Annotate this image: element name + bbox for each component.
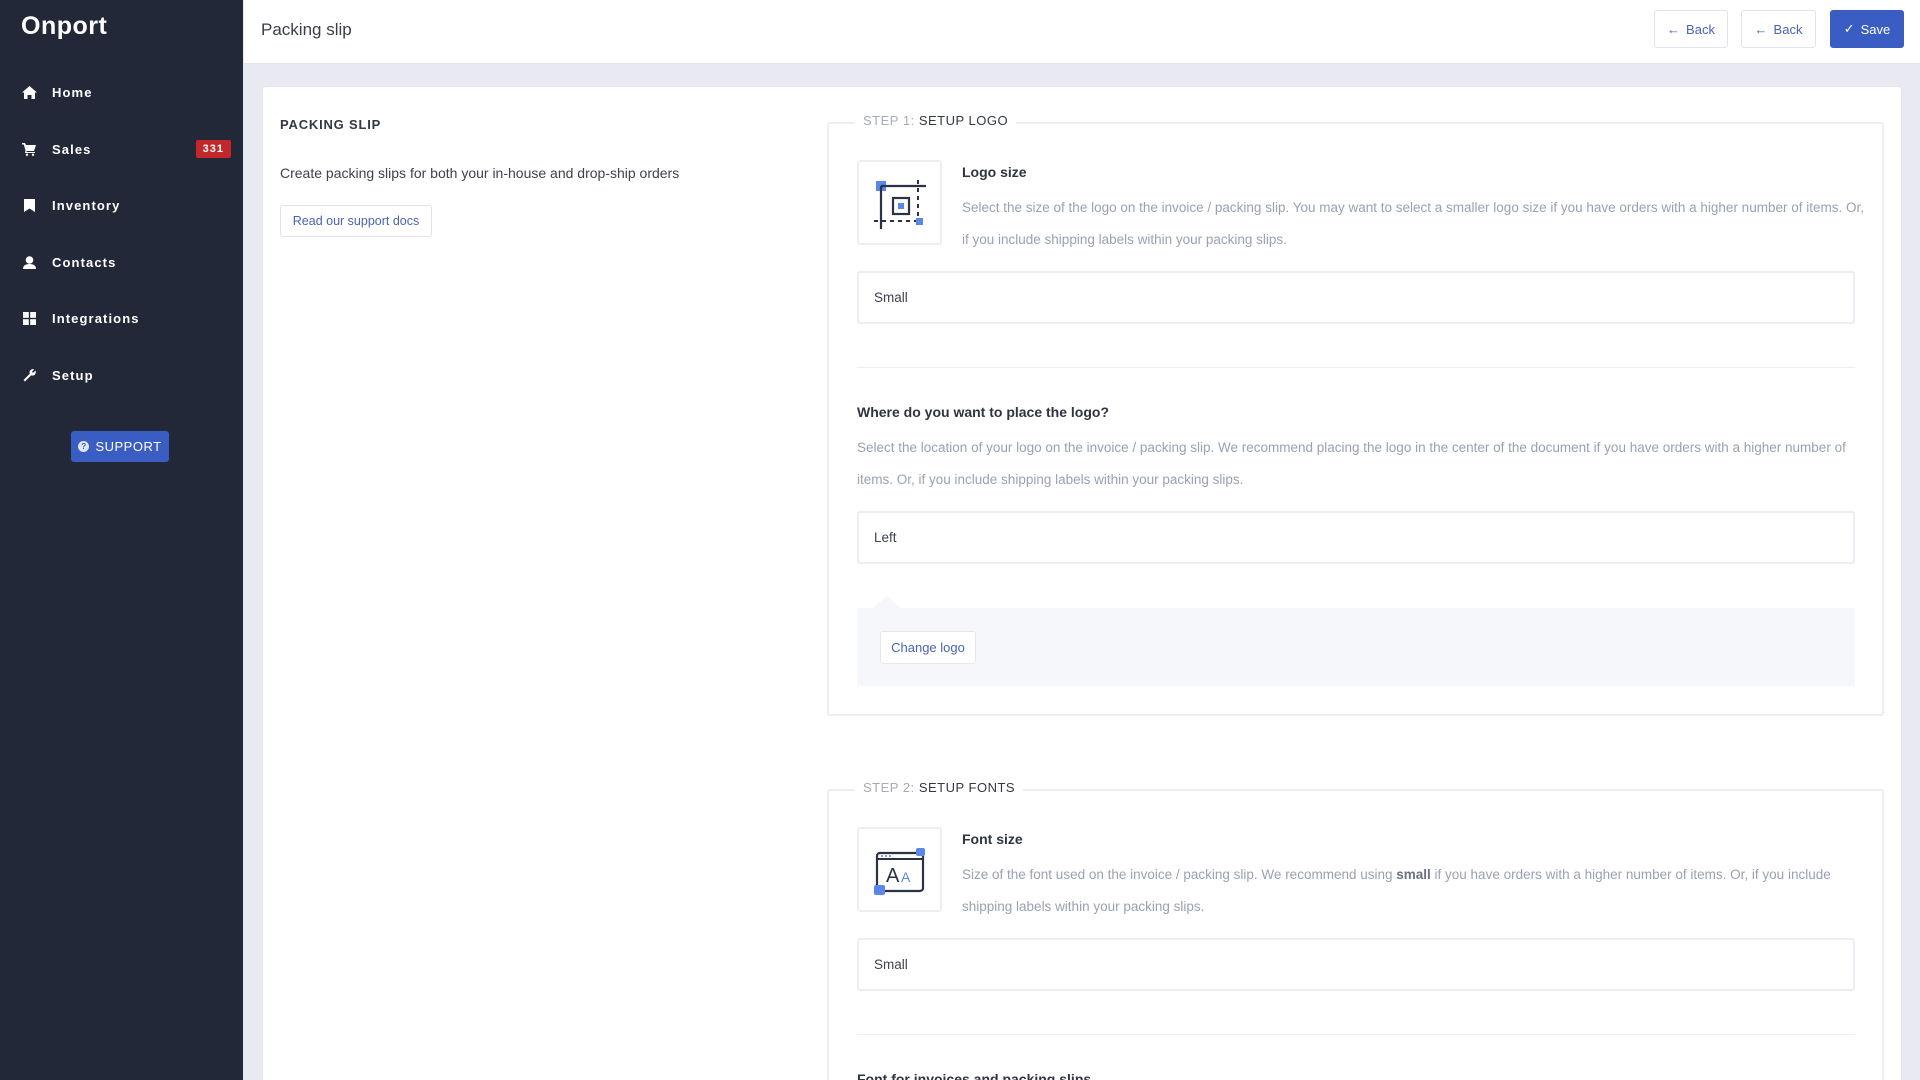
- step-name: SETUP FONTS: [918, 780, 1016, 795]
- logo-size-description: Select the size of the logo on the invoi…: [962, 200, 1864, 247]
- section-heading: PACKING SLIP: [280, 117, 382, 132]
- sidebar-item-label: Inventory: [52, 197, 121, 213]
- arrow-left-icon: ←: [1667, 21, 1681, 37]
- bookmark-icon: [21, 197, 37, 213]
- font-size-select[interactable]: Small: [857, 938, 1855, 991]
- logo-position-title: Where do you want to place the logo?: [857, 404, 1110, 420]
- user-icon: [21, 254, 37, 270]
- help-icon: ?: [78, 441, 90, 452]
- sidebar: Onport Home Sales 331 Inventory Contacts…: [0, 0, 243, 1080]
- page-title: Packing slip: [261, 20, 352, 39]
- step-number: STEP 1:: [863, 113, 915, 128]
- step-number: STEP 2:: [863, 780, 915, 795]
- change-logo-button[interactable]: Change logo: [880, 631, 976, 664]
- wrench-icon: [21, 367, 37, 383]
- logo-size-icon: [857, 160, 942, 245]
- divider: [857, 1034, 1855, 1035]
- back-button-secondary[interactable]: ← Back: [1741, 10, 1816, 48]
- svg-text:A: A: [901, 869, 911, 885]
- save-label: Save: [1860, 21, 1891, 37]
- sidebar-item-label: Sales: [52, 141, 92, 157]
- support-label: SUPPORT: [95, 439, 162, 454]
- sidebar-item-label: Integrations: [52, 310, 140, 326]
- sidebar-item-home[interactable]: Home: [0, 72, 243, 112]
- font-size-description: Size of the font used on the invoice / p…: [962, 859, 1872, 923]
- sidebar-item-sales[interactable]: Sales 331: [0, 129, 243, 169]
- divider: [857, 367, 1855, 368]
- sidebar-item-label: Contacts: [52, 254, 117, 270]
- step-legend: STEP 1: SETUP LOGO: [855, 113, 1017, 128]
- sales-count-badge: 331: [195, 140, 231, 158]
- logo-preview-panel: Change logo: [857, 596, 1855, 686]
- desc-emphasis: small: [1396, 867, 1431, 882]
- step-setup-logo: STEP 1: SETUP LOGO Logo size Select the …: [827, 113, 1884, 716]
- support-button[interactable]: ? SUPPORT: [71, 431, 169, 462]
- back-label: Back: [1773, 21, 1803, 37]
- panel-pointer: [873, 596, 901, 608]
- check-icon: ✓: [1843, 21, 1855, 36]
- logo-size-select[interactable]: Small: [857, 271, 1855, 324]
- font-family-title: Font for invoices and packing slips: [857, 1071, 1092, 1080]
- back-button[interactable]: ← Back: [1654, 10, 1728, 48]
- sidebar-item-inventory[interactable]: Inventory: [0, 185, 243, 225]
- sidebar-item-contacts[interactable]: Contacts: [0, 242, 243, 282]
- app-logo: Onport: [21, 12, 108, 40]
- section-description: Create packing slips for both your in-ho…: [280, 165, 680, 181]
- font-size-title: Font size: [962, 831, 1023, 847]
- svg-text:A: A: [886, 865, 900, 887]
- logo-position-select[interactable]: Left: [857, 511, 1855, 564]
- arrow-left-icon: ←: [1754, 21, 1768, 37]
- desc-text: Size of the font used on the invoice / p…: [962, 867, 1397, 882]
- home-icon: [21, 84, 37, 100]
- sidebar-item-integrations[interactable]: Integrations: [0, 298, 243, 338]
- save-button[interactable]: ✓ Save: [1830, 10, 1904, 48]
- page-header: Packing slip ← Back ← Back ✓ Save: [244, 0, 1920, 64]
- step-name: SETUP LOGO: [918, 113, 1009, 128]
- step-setup-fonts: STEP 2: SETUP FONTS A A Font size Size o…: [827, 780, 1884, 1080]
- sidebar-item-label: Home: [52, 84, 93, 100]
- sidebar-item-label: Setup: [52, 367, 94, 383]
- grid-icon: [21, 310, 37, 326]
- back-label: Back: [1686, 21, 1715, 37]
- font-size-icon: A A: [857, 827, 942, 912]
- step-legend: STEP 2: SETUP FONTS: [855, 780, 1024, 795]
- logo-size-title: Logo size: [962, 164, 1027, 180]
- cart-icon: [21, 141, 37, 157]
- support-docs-button[interactable]: Read our support docs: [280, 205, 432, 237]
- sidebar-item-setup[interactable]: Setup: [0, 355, 243, 395]
- logo-position-description: Select the location of your logo on the …: [857, 440, 1846, 487]
